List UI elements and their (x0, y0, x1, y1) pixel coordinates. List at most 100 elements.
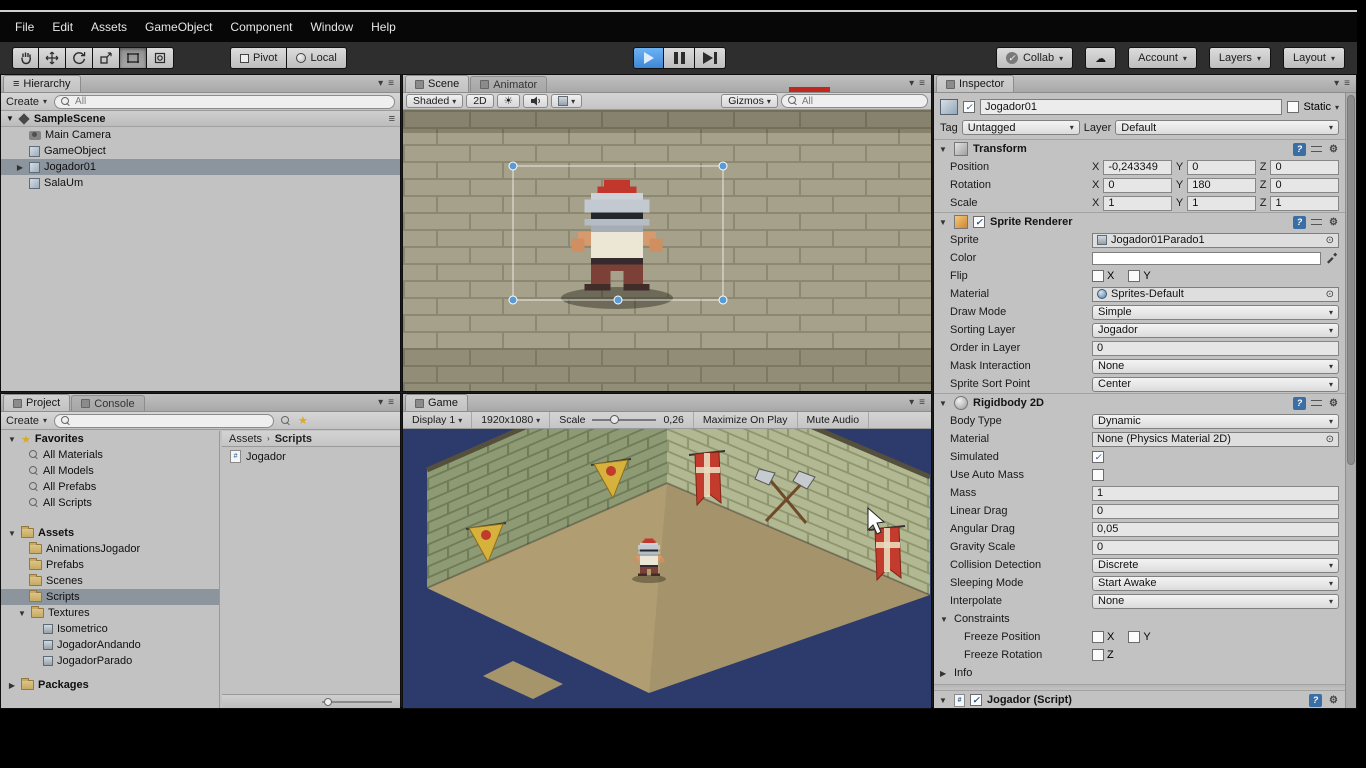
foldout-open-icon[interactable]: ▼ (939, 218, 949, 227)
layer-dropdown[interactable]: Default ▾ (1115, 120, 1339, 135)
use-auto-mass-checkbox[interactable] (1092, 469, 1104, 481)
freeze-position-x-checkbox[interactable] (1092, 631, 1104, 643)
mute-audio-button[interactable]: Mute Audio (801, 412, 866, 428)
tab-console[interactable]: Console (71, 395, 144, 411)
shading-mode-dropdown[interactable]: Shaded ▾ (406, 94, 463, 108)
foldout-closed-icon[interactable]: ▶ (15, 163, 25, 172)
tab-game[interactable]: Game (405, 394, 468, 411)
folder-scripts[interactable]: Scripts (1, 589, 219, 605)
collab-button[interactable]: ✓ Collab ▾ (996, 47, 1073, 69)
scene-search-input[interactable]: All (781, 94, 928, 108)
foldout-open-icon[interactable]: ▼ (17, 609, 27, 618)
transform-tool-button[interactable] (147, 47, 174, 69)
play-button[interactable] (633, 47, 664, 69)
game-viewport[interactable] (403, 429, 931, 708)
texture-isometrico[interactable]: Isometrico (1, 621, 219, 637)
gear-icon[interactable]: ⚙ (1327, 397, 1340, 410)
audio-toggle-button[interactable] (523, 94, 548, 108)
foldout-open-icon[interactable]: ▼ (6, 114, 14, 123)
scale-tool-button[interactable] (93, 47, 120, 69)
panel-dropdown-icon[interactable]: ▾ (909, 397, 914, 408)
inspector-scrollbar[interactable] (1345, 93, 1356, 708)
effects-dropdown[interactable]: ▾ (551, 94, 582, 108)
folder-animationsjogador[interactable]: AnimationsJogador (1, 541, 219, 557)
menu-file[interactable]: File (6, 17, 43, 37)
pause-button[interactable] (664, 47, 695, 69)
rotate-tool-button[interactable] (66, 47, 93, 69)
flip-x-checkbox[interactable] (1092, 270, 1104, 282)
panel-dropdown-icon[interactable]: ▾ (909, 78, 914, 89)
sprite-renderer-header[interactable]: ▼ ✓ Sprite Renderer ? ⚙ (934, 212, 1345, 231)
menu-edit[interactable]: Edit (43, 17, 82, 37)
tab-scene[interactable]: Scene (405, 75, 469, 92)
layers-button[interactable]: Layers ▾ (1209, 47, 1271, 69)
gameobject-name-field[interactable]: Jogador01 (980, 99, 1282, 115)
gear-icon[interactable]: ⚙ (1327, 143, 1340, 156)
rotation-y-field[interactable]: 180 (1187, 178, 1256, 193)
position-y-field[interactable]: 0 (1187, 160, 1256, 175)
project-create-button[interactable]: Create ▾ (6, 415, 47, 427)
sorting-layer-dropdown[interactable]: Jogador ▾ (1092, 323, 1339, 338)
sprite-sort-point-dropdown[interactable]: Center ▾ (1092, 377, 1339, 392)
scale-slider[interactable] (592, 419, 656, 421)
object-picker-icon[interactable]: ⊙ (1326, 289, 1334, 300)
static-control[interactable]: Static ▾ (1287, 101, 1339, 113)
slider-knob[interactable] (324, 698, 332, 706)
order-in-layer-field[interactable]: 0 (1092, 341, 1339, 356)
help-icon[interactable]: ? (1309, 694, 1322, 707)
help-icon[interactable]: ? (1293, 143, 1306, 156)
panel-dropdown-icon[interactable]: ▾ (1334, 78, 1339, 89)
linear-drag-field[interactable]: 0 (1092, 504, 1339, 519)
color-swatch[interactable] (1092, 252, 1321, 265)
menu-assets[interactable]: Assets (82, 17, 136, 37)
eyedropper-icon[interactable] (1325, 251, 1339, 265)
folder-prefabs[interactable]: Prefabs (1, 557, 219, 573)
scrollbar-thumb[interactable] (1347, 95, 1355, 465)
position-z-field[interactable]: 0 (1270, 160, 1339, 175)
sleeping-mode-dropdown[interactable]: Start Awake ▾ (1092, 576, 1339, 591)
simulated-checkbox[interactable]: ✓ (1092, 451, 1104, 463)
gravity-scale-field[interactable]: 0 (1092, 540, 1339, 555)
presets-icon[interactable] (1311, 398, 1322, 409)
foldout-open-icon[interactable]: ▼ (939, 399, 949, 408)
rotation-z-field[interactable]: 0 (1270, 178, 1339, 193)
folder-textures[interactable]: ▼ Textures (1, 605, 219, 621)
favorite-all-scripts[interactable]: All Scripts (1, 495, 219, 511)
search-by-type-icon[interactable] (281, 416, 291, 426)
favorite-all-prefabs[interactable]: All Prefabs (1, 479, 219, 495)
help-icon[interactable]: ? (1293, 216, 1306, 229)
panel-dropdown-icon[interactable]: ▾ (378, 78, 383, 89)
search-by-label-icon[interactable]: ★ (298, 414, 308, 427)
breadcrumb-scripts[interactable]: Scripts (275, 433, 312, 445)
hierarchy-create-button[interactable]: Create ▾ (6, 96, 47, 108)
panel-dropdown-icon[interactable]: ▾ (378, 397, 383, 408)
lighting-toggle-button[interactable]: ☀ (497, 94, 520, 108)
gizmos-dropdown[interactable]: Gizmos ▾ (721, 94, 778, 108)
physics-material-field[interactable]: None (Physics Material 2D) ⊙ (1092, 432, 1339, 447)
mask-interaction-dropdown[interactable]: None ▾ (1092, 359, 1339, 374)
folder-scenes[interactable]: Scenes (1, 573, 219, 589)
presets-icon[interactable] (1311, 217, 1322, 228)
resolution-dropdown[interactable]: 1920x1080 ▾ (475, 412, 546, 428)
cloud-button[interactable]: ☁ (1085, 47, 1116, 69)
assets-root[interactable]: ▼ Assets (1, 525, 219, 541)
rect-tool-button[interactable] (120, 47, 147, 69)
slider-knob[interactable] (610, 415, 619, 424)
freeze-rotation-z-checkbox[interactable] (1092, 649, 1104, 661)
freeze-position-y-checkbox[interactable] (1128, 631, 1140, 643)
scale-y-field[interactable]: 1 (1187, 196, 1256, 211)
hierarchy-item-gameobject[interactable]: GameObject (1, 143, 400, 159)
tab-project[interactable]: Project (3, 394, 70, 411)
menu-component[interactable]: Component (221, 17, 301, 37)
foldout-open-icon[interactable]: ▼ (7, 435, 17, 444)
step-button[interactable] (695, 47, 726, 69)
angular-drag-field[interactable]: 0,05 (1092, 522, 1339, 537)
display-dropdown[interactable]: Display 1 ▾ (406, 412, 468, 428)
asset-jogador-script[interactable]: # Jogador (222, 447, 400, 466)
panel-menu-icon[interactable]: ≡ (388, 397, 394, 408)
foldout-open-icon[interactable]: ▼ (7, 529, 17, 538)
static-checkbox[interactable] (1287, 101, 1299, 113)
hierarchy-search-input[interactable]: All (54, 95, 395, 109)
panel-menu-icon[interactable]: ≡ (1344, 78, 1350, 89)
scene-menu-icon[interactable]: ≡ (389, 113, 395, 125)
